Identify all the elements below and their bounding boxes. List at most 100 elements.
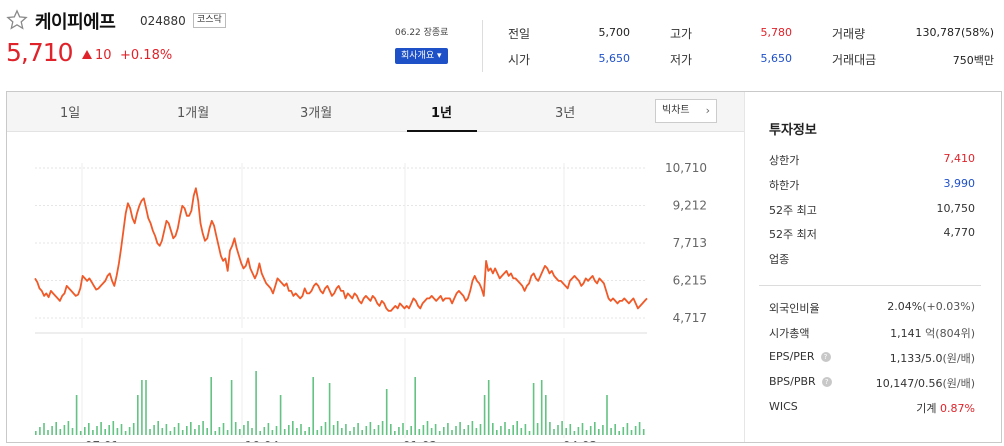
- volume-bar: [190, 422, 192, 435]
- volume-bar: [328, 383, 331, 435]
- volume-bar: [247, 421, 249, 435]
- volume-bar: [422, 425, 425, 435]
- prev-close-label: 전일: [508, 27, 531, 41]
- tab-1year[interactable]: 1년: [431, 102, 452, 121]
- trade-amount-label: 거래대금: [832, 53, 877, 67]
- x-tick-label: 04.03: [563, 439, 597, 442]
- panel-divider: [744, 92, 745, 442]
- bps-pbr-number: 10,147/0.56: [875, 377, 943, 390]
- volume-bar: [504, 422, 506, 435]
- help-icon[interactable]: ?: [820, 352, 831, 362]
- tab-1day[interactable]: 1일: [60, 102, 80, 121]
- volume-bar: [263, 427, 266, 435]
- price-chart[interactable]: 10,710 9,212 7,713 6,215 4,717 07.01 10.04 01.0…: [7, 133, 744, 442]
- volume-bar: [210, 377, 212, 435]
- volume-bar: [426, 421, 429, 435]
- volume-bar: [320, 426, 323, 435]
- volume-bar: [553, 429, 555, 435]
- 52w-high-value: 10,750: [936, 202, 976, 215]
- volume-bar: [381, 421, 384, 435]
- volume-bar: [479, 424, 482, 435]
- wics-change: 0.87%: [940, 402, 975, 415]
- volume-bar: [341, 428, 343, 435]
- 52w-low-label: 52주 최저: [769, 228, 817, 241]
- volume-bar: [390, 424, 392, 435]
- bps-pbr-text: BPS/PBR: [769, 375, 816, 388]
- tab-3year[interactable]: 3년: [555, 102, 575, 121]
- lower-limit-label: 하한가: [769, 179, 800, 192]
- volume-bar: [475, 428, 478, 435]
- tab-1month[interactable]: 1개월: [177, 102, 209, 121]
- volume-bar: [279, 395, 282, 435]
- volume-bar: [561, 421, 563, 435]
- volume-bar: [51, 426, 53, 435]
- tab-3month[interactable]: 3개월: [300, 102, 332, 121]
- volume-bar: [39, 427, 41, 435]
- volume-bar: [532, 383, 535, 435]
- volume-bar: [455, 426, 457, 435]
- volume-bar: [630, 430, 633, 435]
- volume-bar: [496, 430, 498, 435]
- volume-bar: [84, 427, 86, 435]
- volume-bar: [124, 431, 127, 435]
- volume-bar: [614, 424, 616, 435]
- volume-bar: [186, 426, 188, 435]
- volume-bar: [618, 431, 620, 435]
- company-overview-button[interactable]: 회사개요 ▾: [395, 48, 448, 64]
- price-change-percent: +0.18%: [120, 48, 173, 63]
- volume-bar: [153, 425, 155, 435]
- volume-bar: [471, 421, 474, 435]
- volume-bar: [581, 423, 584, 435]
- volume-bar: [271, 430, 274, 435]
- y-tick-label: 4,717: [673, 311, 707, 325]
- volume-bar: [430, 428, 433, 435]
- volume-bar: [394, 431, 396, 435]
- volume-bar: [349, 431, 351, 435]
- volume-bar: [483, 395, 486, 435]
- volume-bar: [100, 422, 102, 435]
- star-icon[interactable]: [6, 9, 28, 31]
- x-tick-label: 10.04: [245, 439, 279, 442]
- volume-bar: [634, 426, 637, 435]
- period-tabs: 1일 1개월 3개월 1년 3년 빅차트 ›: [7, 92, 744, 132]
- low-label: 저가: [670, 53, 693, 67]
- volume-bar: [243, 425, 245, 435]
- big-chart-button[interactable]: 빅차트 ›: [655, 99, 717, 123]
- volume-bar: [173, 427, 176, 435]
- volume-bar: [500, 426, 502, 435]
- volume-bar: [157, 421, 159, 435]
- investment-info-title: 투자정보: [769, 123, 817, 138]
- volume-bar: [451, 430, 453, 435]
- volume-bar: [112, 421, 115, 435]
- volume-bar: [463, 429, 465, 435]
- volume-bar: [385, 389, 388, 435]
- volume-bar: [622, 427, 625, 435]
- divider: [482, 20, 483, 72]
- high-value: 5,780: [760, 26, 793, 39]
- bps-pbr-label: BPS/PBR?: [769, 375, 832, 388]
- volume-bar: [63, 425, 66, 435]
- market-cap-label: 시가총액: [769, 327, 810, 340]
- volume-bar: [565, 428, 567, 435]
- volume-bar: [434, 424, 437, 435]
- volume-bar: [137, 395, 139, 435]
- wics-sector[interactable]: 기계: [916, 402, 936, 415]
- volume-bar: [443, 427, 445, 435]
- volume-bar: [369, 422, 372, 435]
- y-tick-label: 9,212: [673, 199, 707, 213]
- open-value: 5,650: [598, 52, 631, 65]
- volume-bar: [104, 429, 106, 435]
- volume-bar: [161, 428, 164, 435]
- volume-bar: [540, 380, 543, 435]
- price-change-value: 10: [95, 48, 112, 63]
- help-icon[interactable]: ?: [821, 377, 832, 387]
- price-change: 10: [82, 48, 112, 63]
- volume-bar: [88, 423, 90, 435]
- foreign-ratio-value: 2.04%(+0.03%): [887, 300, 975, 313]
- volume-bar: [222, 423, 225, 435]
- volume-bar: [418, 429, 421, 435]
- volume-bar: [71, 428, 74, 435]
- volume-bar: [214, 431, 217, 435]
- volume-bar: [361, 430, 363, 435]
- volume-bar: [255, 371, 257, 435]
